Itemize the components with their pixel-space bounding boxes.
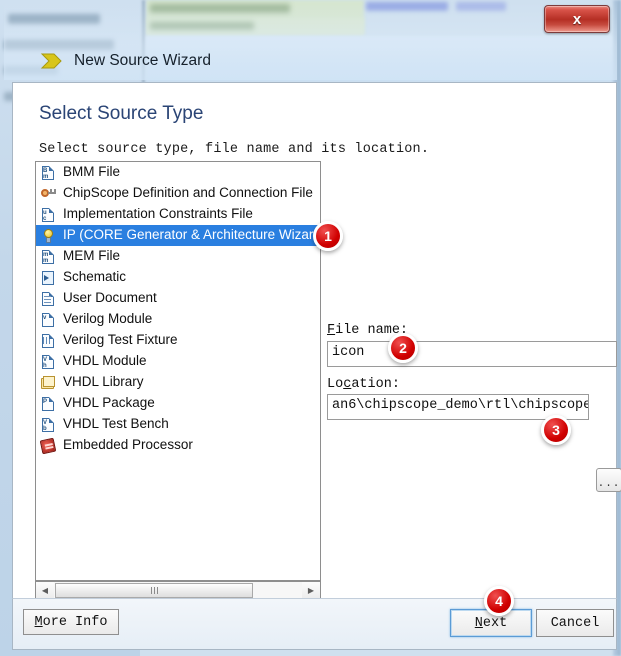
- source-type-label: VHDL Library: [63, 374, 144, 389]
- bmm-file-icon: Bm: [40, 165, 57, 181]
- source-type-label: BMM File: [63, 164, 120, 179]
- schematic-icon: [40, 270, 57, 286]
- source-type-label: VHDL Module: [63, 353, 147, 368]
- mem-file-icon: mm: [40, 249, 57, 265]
- source-type-label: User Document: [63, 290, 157, 305]
- source-type-label: MEM File: [63, 248, 120, 263]
- source-type-item[interactable]: Schematic: [36, 267, 320, 288]
- annotation-badge-4: 4: [484, 586, 514, 616]
- cancel-button[interactable]: Cancel: [536, 609, 614, 637]
- dialog-body: Select Source Type Select source type, f…: [12, 82, 621, 650]
- page-title: Select Source Type: [39, 103, 204, 124]
- more-info-label: More Info: [34, 614, 108, 630]
- window-title: New Source Wizard: [74, 52, 211, 69]
- source-type-item[interactable]: u c Implementation Constraints File: [36, 204, 320, 225]
- verilog-module-icon: v: [40, 312, 57, 328]
- source-type-item[interactable]: User Document: [36, 288, 320, 309]
- next-label: Next: [474, 615, 508, 631]
- source-type-item[interactable]: Bm BMM File: [36, 162, 320, 183]
- source-type-label: ChipScope Definition and Connection File: [63, 185, 313, 200]
- user-document-icon: [40, 291, 57, 307]
- chevron-right-icon: ▶: [307, 585, 315, 595]
- source-type-label: Implementation Constraints File: [63, 206, 253, 221]
- close-button[interactable]: x: [544, 5, 610, 33]
- verilog-testfixture-icon: [40, 333, 57, 349]
- chipscope-key-icon: [40, 186, 57, 202]
- new-source-wizard-window: New Source Wizard x Select Source Type S…: [4, 2, 621, 652]
- vhdl-testbench-icon: Vb: [40, 417, 57, 433]
- scroll-left-button[interactable]: ◀: [36, 582, 54, 599]
- dialog-button-bar: More Info Next Cancel @硒十新蓝技术社区: [12, 598, 617, 650]
- source-type-item[interactable]: v Verilog Module: [36, 309, 320, 330]
- source-type-item[interactable]: Embedded Processor: [36, 435, 320, 456]
- source-type-label: Schematic: [63, 269, 127, 284]
- window-titlebar: New Source Wizard x: [4, 2, 617, 80]
- window-title-row: New Source Wizard: [4, 44, 617, 78]
- scroll-right-button[interactable]: ▶: [302, 582, 320, 599]
- source-type-item[interactable]: P VHDL Package: [36, 393, 320, 414]
- more-info-button[interactable]: More Info: [23, 609, 119, 635]
- scroll-thumb[interactable]: [55, 583, 253, 598]
- vhdl-library-icon: [40, 375, 57, 391]
- screenshot-root: New Source Wizard x Select Source Type S…: [0, 0, 621, 656]
- source-type-label: Verilog Module: [63, 311, 153, 326]
- source-type-item[interactable]: ChipScope Definition and Connection File: [36, 183, 320, 204]
- annotation-badge-3: 3: [541, 415, 571, 445]
- source-type-item[interactable]: IP (CORE Generator & Architecture Wizard…: [36, 225, 320, 246]
- source-type-label: IP (CORE Generator & Architecture Wizard…: [63, 227, 321, 242]
- annotation-badge-2: 2: [388, 333, 418, 363]
- cancel-label: Cancel: [550, 615, 600, 631]
- page-subtitle: Select source type, file name and its lo…: [39, 142, 430, 157]
- vhdl-package-icon: P: [40, 396, 57, 412]
- embedded-processor-icon: [39, 437, 57, 454]
- ucf-file-icon: uc: [40, 207, 57, 223]
- yellow-arrow-icon: [40, 51, 66, 71]
- browse-button[interactable]: ...: [596, 468, 621, 492]
- ellipsis-icon: ...: [597, 478, 621, 490]
- source-type-item[interactable]: Vb VHDL Test Bench: [36, 414, 320, 435]
- source-type-item[interactable]: m m MEM File: [36, 246, 320, 267]
- location-label: Location:: [327, 377, 400, 392]
- chevron-left-icon: ◀: [41, 585, 49, 595]
- ip-core-icon: [40, 228, 57, 244]
- source-type-item[interactable]: Vh VHDL Module: [36, 351, 320, 372]
- file-name-input[interactable]: icon: [327, 341, 617, 367]
- annotation-badge-1: 1: [313, 221, 343, 251]
- source-type-label: VHDL Package: [63, 395, 155, 410]
- source-type-item[interactable]: VHDL Library: [36, 372, 320, 393]
- grip-icon: [150, 587, 158, 594]
- source-type-label: Verilog Test Fixture: [63, 332, 178, 347]
- source-type-label: Embedded Processor: [63, 437, 193, 452]
- source-type-item[interactable]: Verilog Test Fixture: [36, 330, 320, 351]
- source-type-label: VHDL Test Bench: [63, 416, 169, 431]
- vhdl-module-icon: Vh: [40, 354, 57, 370]
- close-icon: x: [572, 10, 582, 28]
- source-type-list[interactable]: Bm BMM File ChipScope Definition and Conne…: [35, 161, 321, 581]
- scroll-track[interactable]: [54, 582, 302, 599]
